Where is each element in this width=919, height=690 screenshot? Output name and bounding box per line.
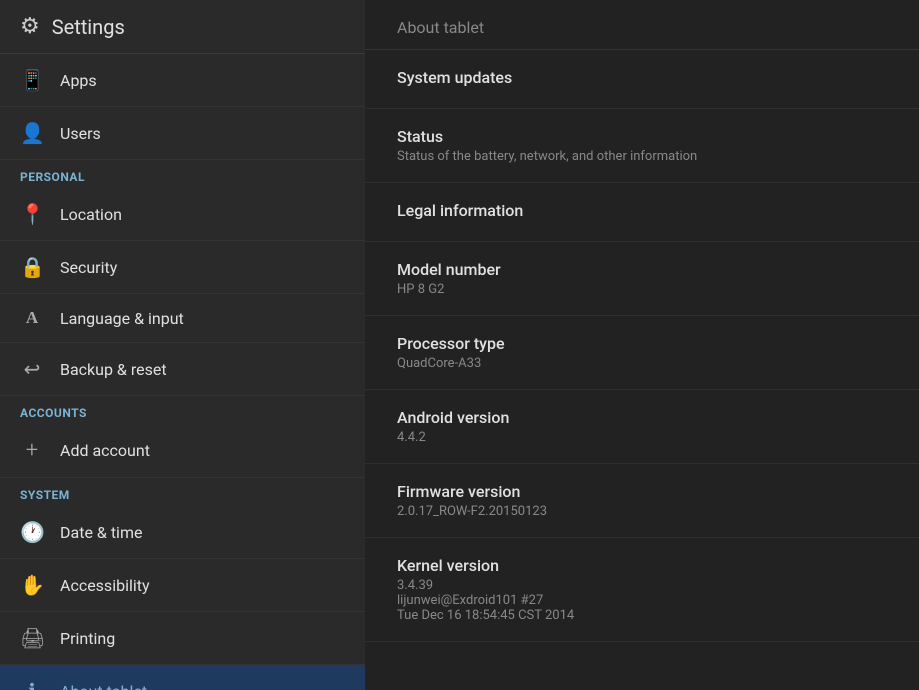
main-content: About tablet System updates Status Statu… xyxy=(365,0,919,690)
item-subtitle: HP 8 G2 xyxy=(397,282,887,297)
content-item-kernel[interactable]: Kernel version 3.4.39 lijunwei@Exdroid10… xyxy=(365,538,919,642)
language-icon: A xyxy=(20,308,44,328)
sidebar-item-label: Date & time xyxy=(60,523,142,542)
sidebar-item-users[interactable]: 👤 Users xyxy=(0,107,365,160)
accessibility-icon: ✋ xyxy=(20,573,44,597)
item-subtitle: 2.0.17_ROW-F2.20150123 xyxy=(397,504,887,519)
content-item-firmware[interactable]: Firmware version 2.0.17_ROW-F2.20150123 xyxy=(365,464,919,538)
sidebar-item-label: Language & input xyxy=(60,309,184,328)
users-icon: 👤 xyxy=(20,121,44,145)
sidebar-header: ⚙ Settings xyxy=(0,0,365,54)
sidebar-item-label: About tablet xyxy=(60,682,147,690)
content-item-model[interactable]: Model number HP 8 G2 xyxy=(365,242,919,316)
add-icon: + xyxy=(20,438,44,463)
item-title: System updates xyxy=(397,68,887,87)
content-item-legal[interactable]: Legal information xyxy=(365,183,919,242)
sidebar: ⚙ Settings 📱 Apps 👤 Users PERSONAL 📍 Loc… xyxy=(0,0,365,690)
settings-icon: ⚙ xyxy=(20,14,40,39)
sidebar-item-label: Location xyxy=(60,205,122,224)
item-subtitle: Status of the battery, network, and othe… xyxy=(397,149,887,164)
item-title: Status xyxy=(397,127,887,146)
sidebar-item-label: Backup & reset xyxy=(60,360,167,379)
sidebar-item-label: Printing xyxy=(60,629,115,648)
datetime-icon: 🕐 xyxy=(20,520,44,544)
item-title: Kernel version xyxy=(397,556,887,575)
apps-icon: 📱 xyxy=(20,68,44,92)
backup-icon: ↩ xyxy=(20,357,44,381)
item-subtitle: 3.4.39 lijunwei@Exdroid101 #27 Tue Dec 1… xyxy=(397,578,887,623)
sidebar-item-about[interactable]: ℹ About tablet xyxy=(0,665,365,690)
content-item-android-version[interactable]: Android version 4.4.2 xyxy=(365,390,919,464)
sidebar-item-label: Accessibility xyxy=(60,576,150,595)
sidebar-item-language[interactable]: A Language & input xyxy=(0,294,365,343)
content-item-status[interactable]: Status Status of the battery, network, a… xyxy=(365,109,919,183)
item-subtitle: QuadCore-A33 xyxy=(397,356,887,371)
sidebar-item-add-account[interactable]: + Add account xyxy=(0,424,365,478)
sidebar-item-location[interactable]: 📍 Location xyxy=(0,188,365,241)
section-header-system: SYSTEM xyxy=(0,478,365,506)
item-title: Processor type xyxy=(397,334,887,353)
sidebar-item-label: Users xyxy=(60,124,101,143)
sidebar-item-label: Add account xyxy=(60,441,150,460)
sidebar-item-apps[interactable]: 📱 Apps xyxy=(0,54,365,107)
about-icon: ℹ xyxy=(20,679,44,690)
item-title: Android version xyxy=(397,408,887,427)
sidebar-item-datetime[interactable]: 🕐 Date & time xyxy=(0,506,365,559)
section-header-accounts: ACCOUNTS xyxy=(0,396,365,424)
content-item-processor[interactable]: Processor type QuadCore-A33 xyxy=(365,316,919,390)
item-title: Firmware version xyxy=(397,482,887,501)
sidebar-item-backup[interactable]: ↩ Backup & reset xyxy=(0,343,365,396)
location-icon: 📍 xyxy=(20,202,44,226)
item-title: Legal information xyxy=(397,201,887,220)
item-title: Model number xyxy=(397,260,887,279)
sidebar-item-security[interactable]: 🔒 Security xyxy=(0,241,365,294)
page-title: About tablet xyxy=(365,0,919,50)
sidebar-item-accessibility[interactable]: ✋ Accessibility xyxy=(0,559,365,612)
printing-icon: 🖨 xyxy=(20,626,44,650)
sidebar-title: Settings xyxy=(52,15,125,39)
sidebar-item-label: Security xyxy=(60,258,117,277)
sidebar-item-printing[interactable]: 🖨 Printing xyxy=(0,612,365,665)
content-item-system-updates[interactable]: System updates xyxy=(365,50,919,109)
sidebar-item-label: Apps xyxy=(60,71,97,90)
section-header-personal: PERSONAL xyxy=(0,160,365,188)
item-subtitle: 4.4.2 xyxy=(397,430,887,445)
security-icon: 🔒 xyxy=(20,255,44,279)
